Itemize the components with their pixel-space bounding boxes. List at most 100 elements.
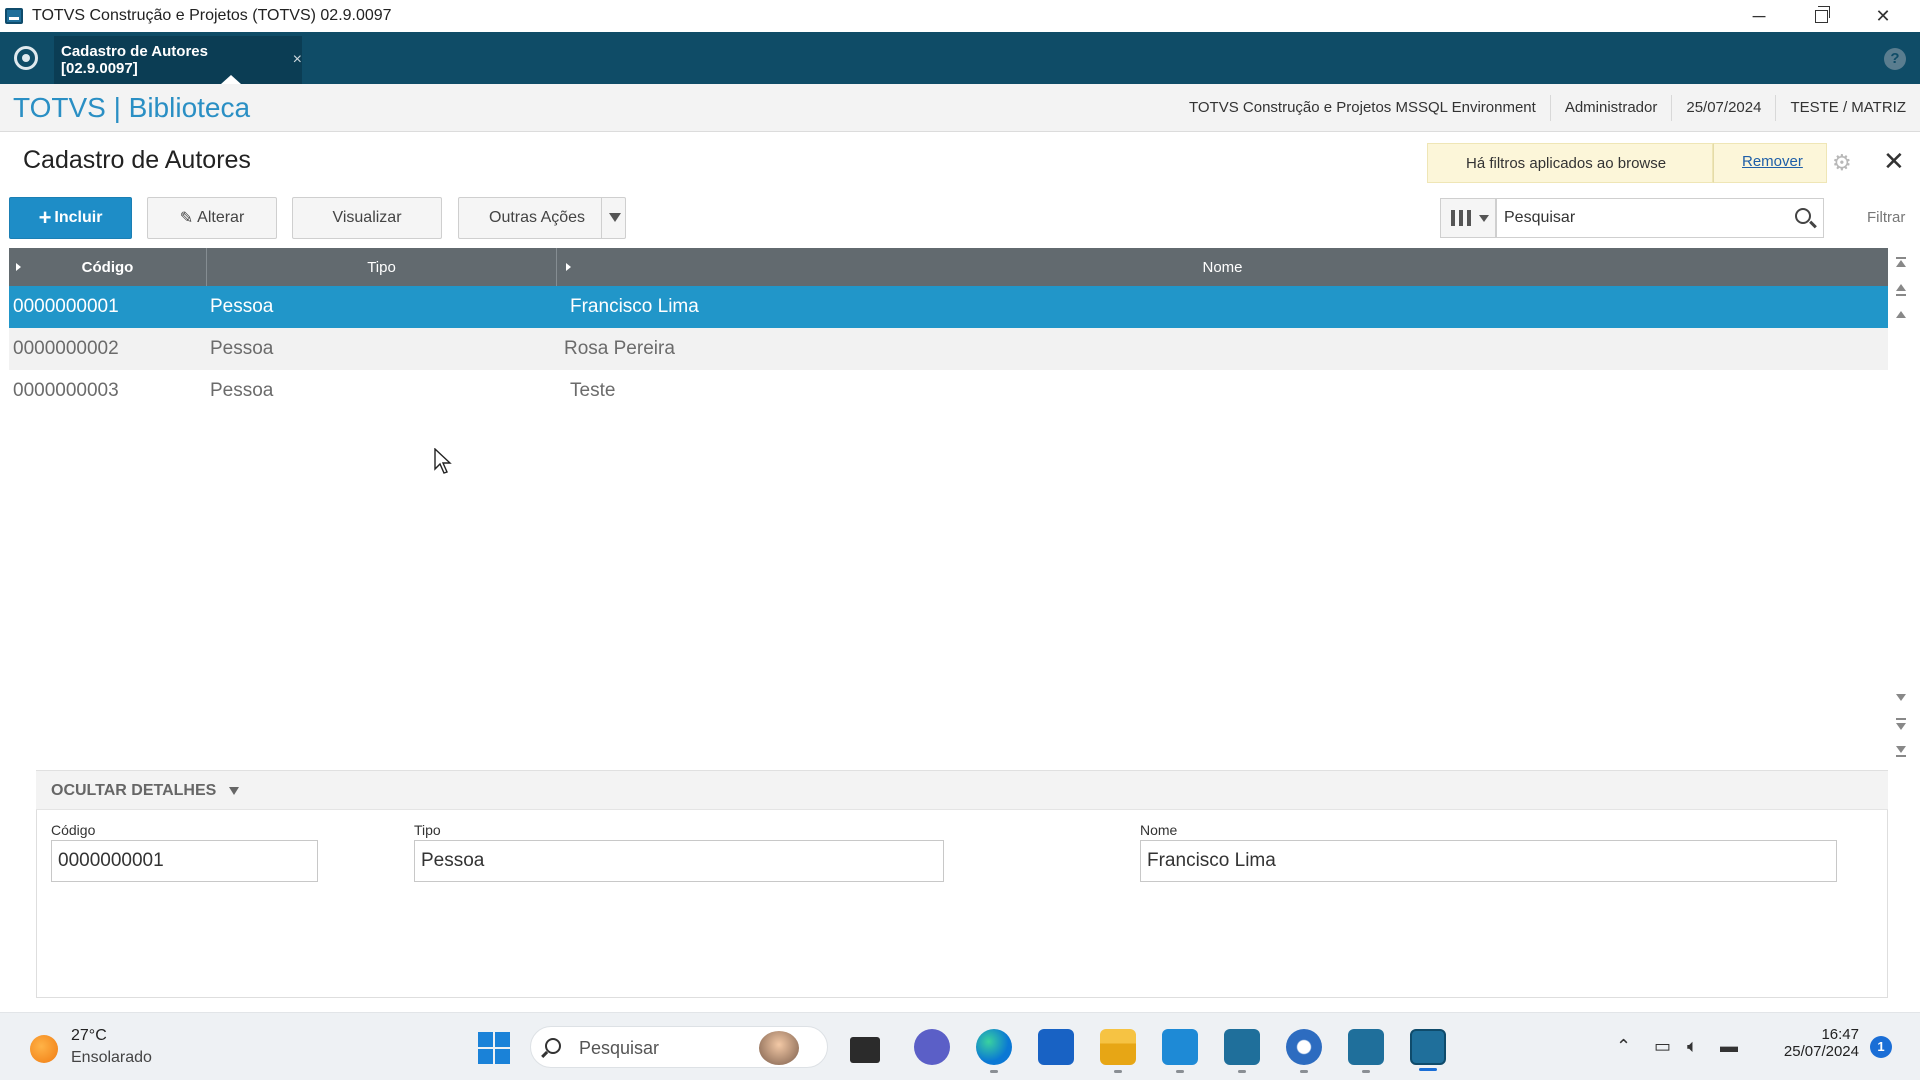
scroll-bottom-bar-icon	[1896, 755, 1906, 757]
network-icon[interactable]: ▭	[1654, 1036, 1671, 1057]
teams-chat-icon[interactable]	[914, 1029, 950, 1065]
mouse-cursor-icon	[434, 448, 452, 474]
minimize-button[interactable]: ─	[1728, 0, 1790, 32]
table-row[interactable]: 0000000003 Pessoa Teste	[9, 370, 1888, 412]
task-view-icon[interactable]	[850, 1037, 880, 1063]
running-indicator	[1362, 1070, 1370, 1073]
page-down-icon[interactable]	[1896, 723, 1906, 730]
chevron-down-icon	[1479, 214, 1489, 222]
page-title: Cadastro de Autores	[23, 146, 251, 174]
column-header-tipo[interactable]: Tipo	[207, 248, 557, 286]
clock-time: 16:47	[1821, 1026, 1859, 1043]
column-header-nome[interactable]: Nome	[557, 248, 1888, 286]
columns-icon	[1451, 210, 1471, 226]
scroll-top-icon[interactable]	[1896, 257, 1906, 259]
microsoft-store-icon[interactable]	[1038, 1029, 1074, 1065]
notification-badge[interactable]: 1	[1870, 1036, 1892, 1058]
running-indicator	[1300, 1070, 1308, 1073]
visualizar-button[interactable]: Visualizar	[292, 197, 442, 239]
app-header: TOTVS | Biblioteca TOTVS Construção e Pr…	[0, 84, 1920, 132]
weather-temperature[interactable]: 27°C	[71, 1027, 107, 1045]
file-explorer-icon[interactable]	[1100, 1029, 1136, 1073]
dropdown-divider	[601, 198, 602, 238]
sun-icon[interactable]	[30, 1035, 58, 1063]
totvs-logo-icon[interactable]	[14, 46, 38, 70]
settings-app-icon[interactable]	[1286, 1029, 1322, 1073]
page-down-bar-icon	[1896, 718, 1906, 720]
filter-notice-text: Há filtros aplicados ao browse	[1466, 154, 1667, 172]
alterar-button[interactable]: ✎ Alterar	[147, 197, 277, 239]
page-up-bar-icon	[1896, 294, 1906, 296]
weather-description[interactable]: Ensolarado	[71, 1049, 152, 1067]
search-box	[1496, 198, 1824, 238]
cell-nome: Teste	[570, 380, 616, 401]
incluir-button[interactable]: + Incluir	[9, 197, 132, 239]
codigo-label: Código	[51, 822, 96, 838]
page-up-icon[interactable]	[1896, 284, 1906, 291]
page-close-button[interactable]: ✕	[1883, 146, 1905, 177]
grid-header: Código Tipo Nome	[9, 248, 1888, 286]
power-icon[interactable]: ▬	[1720, 1036, 1738, 1057]
table-row[interactable]: 0000000001 Pessoa Francisco Lima	[9, 286, 1888, 328]
cell-codigo: 0000000001	[13, 296, 119, 317]
codigo-field[interactable]: 0000000001	[51, 840, 318, 882]
totvs-active-app-icon[interactable]	[1410, 1029, 1446, 1071]
scroll-bottom-icon[interactable]	[1896, 746, 1906, 753]
chevron-down-icon[interactable]	[609, 213, 621, 222]
totvs-app-icon[interactable]	[1348, 1029, 1384, 1073]
filter-notice: Há filtros aplicados ao browse	[1427, 143, 1713, 183]
details-toggle[interactable]: OCULTAR DETALHES	[36, 770, 1888, 810]
chevron-up-icon[interactable]	[1896, 311, 1906, 318]
gear-icon[interactable]: ⚙	[1832, 150, 1852, 176]
tab-active-caret-icon	[221, 75, 241, 84]
remove-filter-link[interactable]: Remover	[1742, 153, 1803, 170]
tab-close-icon[interactable]: ×	[293, 51, 302, 69]
incluir-label: Incluir	[54, 209, 103, 226]
cell-codigo: 0000000003	[13, 380, 119, 401]
outras-acoes-button[interactable]: Outras Ações	[458, 197, 626, 239]
running-indicator	[1176, 1070, 1184, 1073]
environment-name: TOTVS Construção e Projetos MSSQL Enviro…	[1189, 99, 1536, 116]
tipo-label: Tipo	[414, 822, 441, 838]
nome-label: Nome	[1140, 822, 1178, 838]
app-brand: TOTVS | Biblioteca	[13, 92, 251, 123]
chevron-up-icon[interactable]: ⌃	[1616, 1036, 1631, 1057]
restore-icon	[1814, 5, 1830, 23]
table-row[interactable]: 0000000002 Pessoa Rosa Pereira	[9, 328, 1888, 370]
app-tab-bar: Cadastro de Autores [02.9.0097] × ?	[0, 32, 1920, 102]
chevron-down-icon	[229, 787, 239, 795]
tab-cadastro-de-autores[interactable]: Cadastro de Autores [02.9.0097] ×	[54, 36, 302, 84]
help-icon[interactable]: ?	[1884, 48, 1906, 70]
cell-tipo: Pessoa	[210, 296, 274, 317]
search-icon[interactable]	[1795, 208, 1811, 224]
running-indicator	[1114, 1070, 1122, 1073]
running-indicator	[990, 1070, 998, 1073]
authors-grid: Código Tipo Nome 0000000001 Pessoa Franc…	[9, 248, 1888, 764]
search-input[interactable]	[1497, 199, 1777, 237]
chevron-down-icon[interactable]	[1896, 694, 1906, 701]
window-title-bar: TOTVS Construção e Projetos (TOTVS) 02.9…	[0, 0, 1920, 32]
taskbar-clock[interactable]: 16:47 25/07/2024	[1765, 1026, 1859, 1060]
search-highlight-image	[759, 1031, 799, 1065]
column-selector-button[interactable]	[1440, 198, 1496, 238]
grid-vertical-scrollbar[interactable]	[1890, 248, 1912, 764]
pencil-icon: ✎	[179, 210, 194, 227]
volume-icon[interactable]: 🔈︎	[1687, 1036, 1698, 1057]
windows-start-icon[interactable]	[478, 1032, 510, 1064]
totvs-app-icon[interactable]	[1224, 1029, 1260, 1073]
filtrar-link[interactable]: Filtrar	[1867, 209, 1905, 226]
cell-codigo: 0000000002	[13, 338, 119, 359]
maximize-button[interactable]	[1790, 0, 1852, 32]
window-close-button[interactable]: ✕	[1852, 0, 1914, 32]
cell-tipo: Pessoa	[210, 380, 274, 401]
edge-browser-icon[interactable]	[976, 1029, 1012, 1073]
taskbar-search[interactable]: Pesquisar	[530, 1026, 828, 1068]
taskbar-search-text: Pesquisar	[579, 1038, 660, 1058]
column-header-codigo[interactable]: Código	[9, 248, 207, 286]
vscode-icon[interactable]	[1162, 1029, 1198, 1073]
nome-field[interactable]: Francisco Lima	[1140, 840, 1837, 882]
tipo-field[interactable]: Pessoa	[414, 840, 944, 882]
cell-nome: Francisco Lima	[570, 296, 699, 317]
cell-tipo: Pessoa	[210, 338, 274, 359]
tab-label: Cadastro de Autores [02.9.0097]	[61, 43, 208, 77]
